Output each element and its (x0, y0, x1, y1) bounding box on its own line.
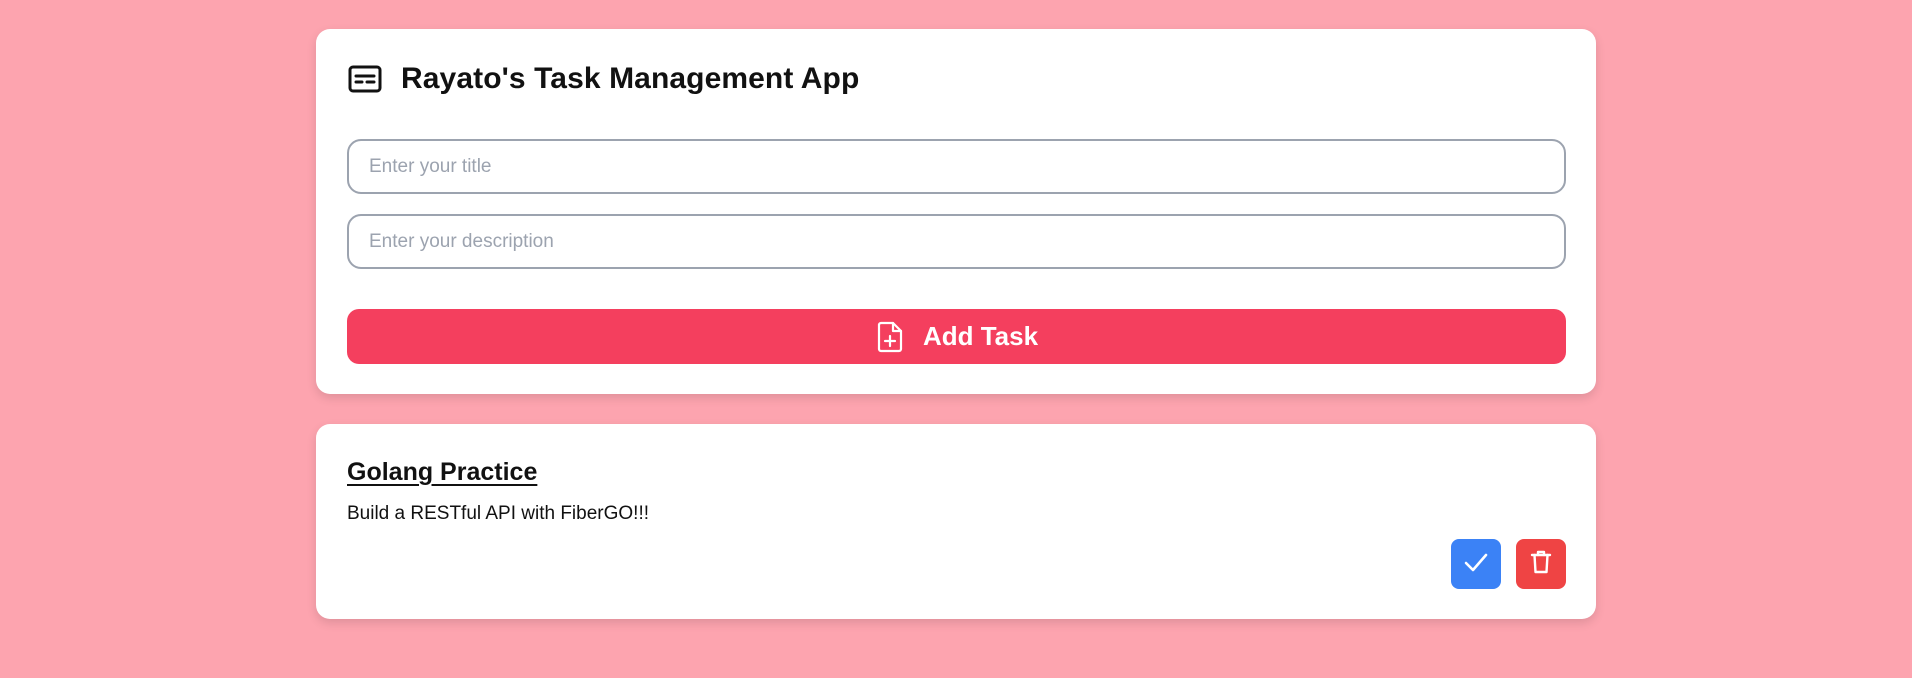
trash-icon (1530, 549, 1552, 580)
file-plus-icon (875, 320, 905, 354)
page-title: Rayato's Task Management App (401, 62, 860, 95)
app-header: Rayato's Task Management App (347, 61, 859, 97)
complete-task-button[interactable] (1451, 539, 1501, 589)
task-title: Golang Practice (347, 458, 538, 486)
task-form-card: Rayato's Task Management App Add Task (316, 29, 1596, 394)
task-description: Build a RESTful API with FiberGO!!! (347, 503, 649, 524)
add-task-button[interactable]: Add Task (347, 309, 1566, 364)
delete-task-button[interactable] (1516, 539, 1566, 589)
title-input[interactable] (347, 139, 1566, 194)
task-card: Golang Practice Build a RESTful API with… (316, 424, 1596, 619)
description-input[interactable] (347, 214, 1566, 269)
check-icon (1463, 551, 1489, 578)
card-list-icon (347, 61, 383, 97)
add-task-label: Add Task (922, 321, 1039, 351)
